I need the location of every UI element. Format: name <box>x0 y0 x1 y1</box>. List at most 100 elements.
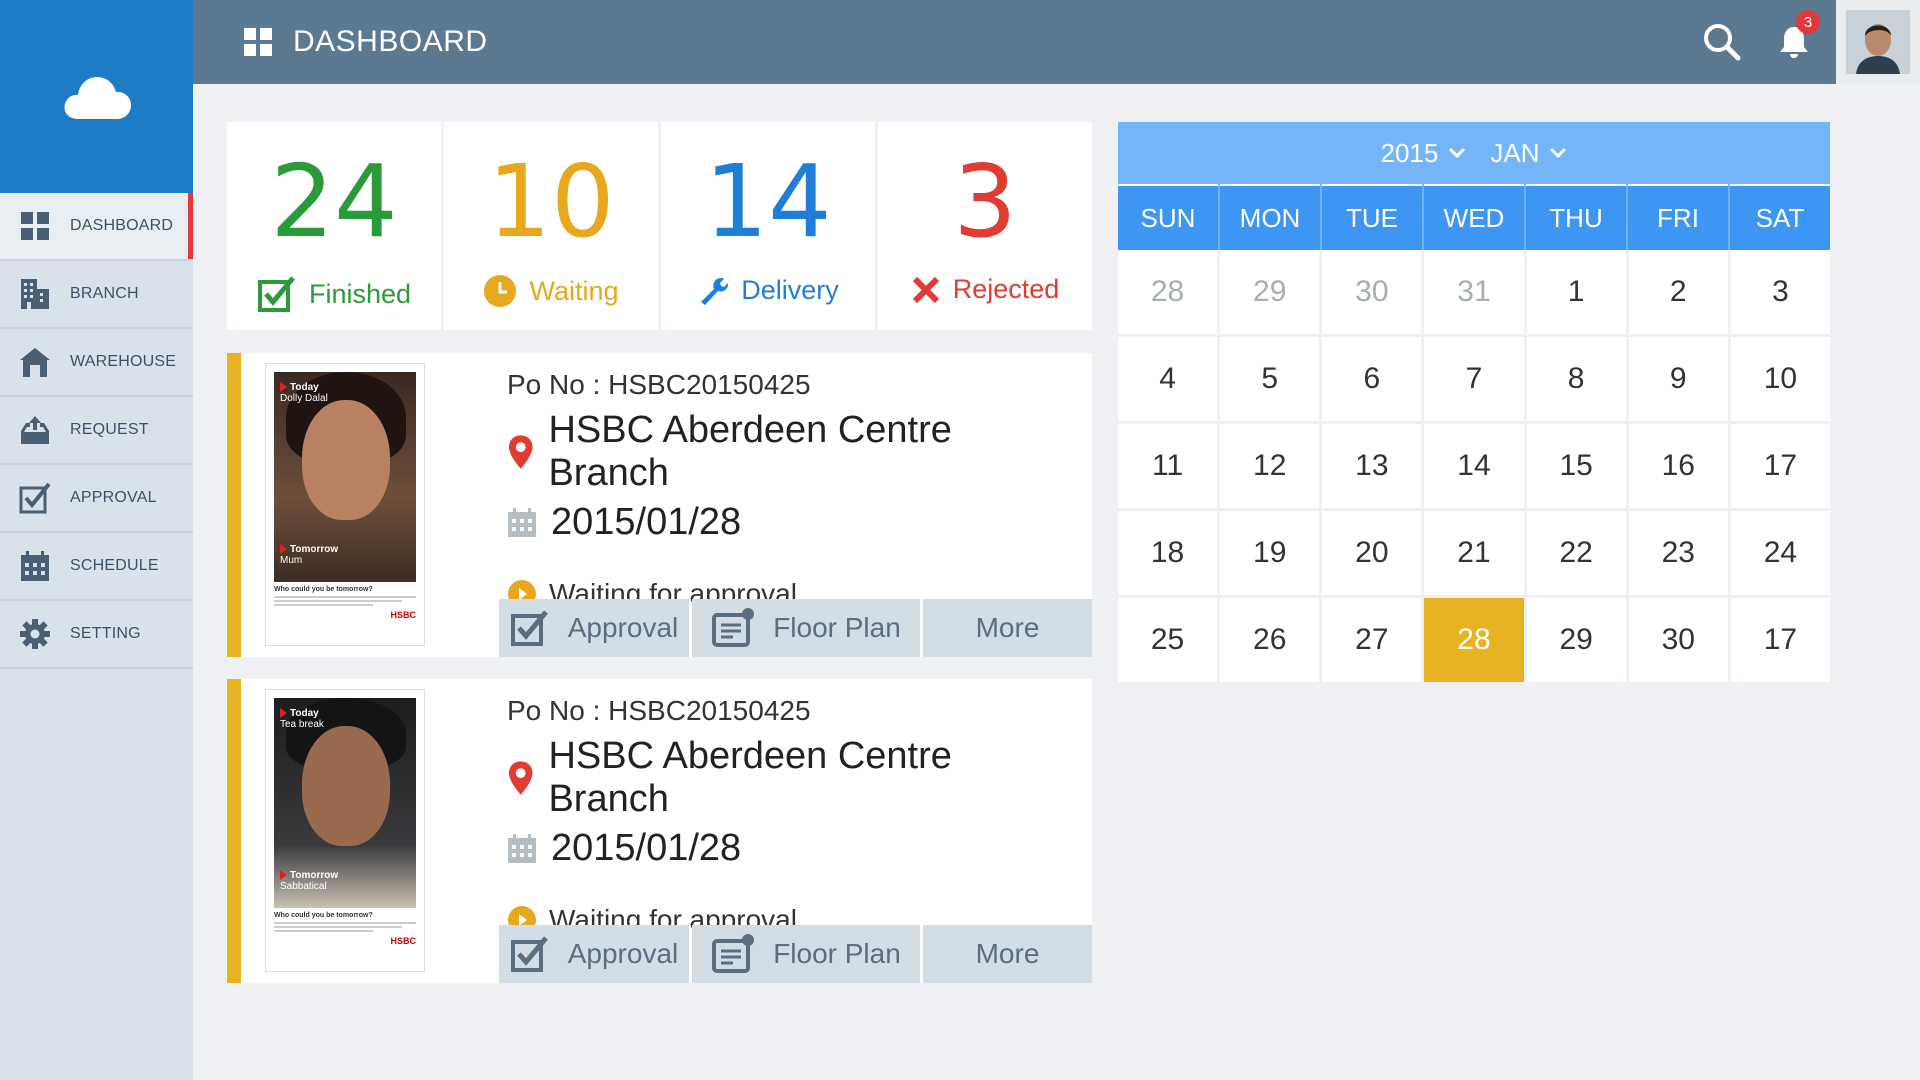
calendar-day[interactable]: 4 <box>1118 337 1218 421</box>
chevron-down-icon <box>1449 147 1466 159</box>
calendar-day[interactable]: 3 <box>1730 250 1830 334</box>
calendar-day[interactable]: 21 <box>1424 511 1524 595</box>
calendar-day[interactable]: 30 <box>1322 250 1422 334</box>
calendar-day[interactable]: 24 <box>1730 511 1830 595</box>
calendar-day[interactable]: 2 <box>1628 250 1728 334</box>
calendar-day[interactable]: 9 <box>1628 337 1728 421</box>
year-select[interactable]: 2015 <box>1381 138 1467 169</box>
floor-plan-label: Floor Plan <box>773 612 901 643</box>
user-photo <box>1846 10 1910 74</box>
order-date: 2015/01/28 <box>551 501 742 543</box>
status-bar <box>227 679 241 983</box>
calendar-day[interactable]: 18 <box>1118 511 1218 595</box>
stat-delivery[interactable]: 14 Delivery <box>661 122 875 330</box>
calendar-day[interactable]: 5 <box>1220 337 1320 421</box>
poster-caption: Who could you be tomorrow? <box>274 586 373 593</box>
cloud-logo[interactable] <box>0 0 193 193</box>
poster-photo: Today Tea break Tomorrow Sabbatical <box>274 698 416 908</box>
sidebar-item-label: WAREHOUSE <box>70 353 177 370</box>
month-select[interactable]: JAN <box>1490 138 1567 169</box>
calendar-day[interactable]: 25 <box>1118 598 1218 682</box>
sidebar: DASHBOARD BRANCH WAREHOUSE REQUEST APPRO… <box>0 0 193 1080</box>
stat-waiting[interactable]: 10 Waiting <box>444 122 658 330</box>
sidebar-item-label: REQUEST <box>70 421 149 438</box>
approval-button[interactable]: Approval <box>499 599 689 657</box>
status-bar <box>227 353 241 657</box>
calendar-day[interactable]: 16 <box>1628 424 1728 508</box>
calendar-day-selected[interactable]: 28 <box>1424 598 1524 682</box>
calendar-day[interactable]: 29 <box>1220 250 1320 334</box>
poster-tomorrow: Tomorrow <box>290 544 339 555</box>
poster-body-text <box>274 922 416 932</box>
calendar-day[interactable]: 7 <box>1424 337 1524 421</box>
calendar-day[interactable]: 14 <box>1424 424 1524 508</box>
stat-finished[interactable]: 24 Finished <box>227 122 441 330</box>
po-number: Po No : HSBC20150425 <box>507 695 811 726</box>
avatar[interactable] <box>1836 0 1920 84</box>
calendar-day[interactable]: 28 <box>1118 250 1218 334</box>
calendar-day[interactable]: 8 <box>1526 337 1626 421</box>
sidebar-item-branch[interactable]: BRANCH <box>0 261 193 329</box>
calendar-day[interactable]: 27 <box>1322 598 1422 682</box>
calendar-day[interactable]: 29 <box>1526 598 1626 682</box>
calendar-day[interactable]: 17 <box>1730 598 1830 682</box>
request-icon <box>18 413 52 447</box>
poster-today: Today <box>290 708 319 719</box>
search-button[interactable] <box>1692 12 1752 72</box>
order-info: Po No : HSBC20150425 HSBC Aberdeen Centr… <box>507 369 1072 610</box>
calendar-day[interactable]: 31 <box>1424 250 1524 334</box>
sidebar-item-schedule[interactable]: SCHEDULE <box>0 533 193 601</box>
calendar-day[interactable]: 22 <box>1526 511 1626 595</box>
calendar-day[interactable]: 12 <box>1220 424 1320 508</box>
poster-tomorrow-sub: Sabbatical <box>280 881 327 892</box>
sidebar-item-dashboard[interactable]: DASHBOARD <box>0 193 193 261</box>
stats-panel: 24 Finished 10 Waiting 14 Delivery 3 Rej… <box>227 122 1092 330</box>
checkbox-icon <box>510 610 548 646</box>
stat-label-row: Rejected <box>911 274 1059 305</box>
floor-plan-button[interactable]: Floor Plan <box>692 925 920 983</box>
warehouse-icon <box>18 345 52 379</box>
more-button[interactable]: More <box>923 599 1092 657</box>
stat-value: 14 <box>704 143 832 260</box>
stat-label-row: Delivery <box>697 274 839 306</box>
calendar-day[interactable]: 17 <box>1730 424 1830 508</box>
poster-tomorrow-sub: Mum <box>280 555 303 566</box>
order-card: Today Dolly Dalal Tomorrow Mum Who could y… <box>227 353 1092 657</box>
poster-tag-today: Today Dolly Dalal <box>280 382 328 404</box>
branch-row: HSBC Aberdeen Centre Branch <box>507 409 1072 495</box>
calendar-day[interactable]: 13 <box>1322 424 1422 508</box>
branch-name: HSBC Aberdeen Centre Branch <box>548 409 952 494</box>
stat-value: 10 <box>487 143 615 260</box>
sidebar-item-setting[interactable]: SETTING <box>0 601 193 669</box>
calendar-day[interactable]: 23 <box>1628 511 1728 595</box>
calendar-day[interactable]: 26 <box>1220 598 1320 682</box>
calendar-day[interactable]: 6 <box>1322 337 1422 421</box>
calendar-day[interactable]: 30 <box>1628 598 1728 682</box>
sidebar-item-approval[interactable]: APPROVAL <box>0 465 193 533</box>
approval-label: Approval <box>567 612 679 643</box>
more-button[interactable]: More <box>923 925 1092 983</box>
sidebar-item-warehouse[interactable]: WAREHOUSE <box>0 329 193 397</box>
poster-thumbnail[interactable]: Today Tea break Tomorrow Sabbatical Who co… <box>265 689 425 972</box>
month-value: JAN <box>1490 137 1540 168</box>
date-row: 2015/01/28 <box>507 827 1072 870</box>
stat-value: 24 <box>270 143 398 260</box>
poster-tag-tomorrow: Tomorrow Mum <box>280 544 338 566</box>
poster-thumbnail[interactable]: Today Dolly Dalal Tomorrow Mum Who could y… <box>265 363 425 646</box>
stat-label: Finished <box>308 278 412 309</box>
calendar-day[interactable]: 1 <box>1526 250 1626 334</box>
floor-plan-button[interactable]: Floor Plan <box>692 599 920 657</box>
approval-button[interactable]: Approval <box>499 925 689 983</box>
stat-label: Waiting <box>529 275 619 306</box>
calendar-day[interactable]: 19 <box>1220 511 1320 595</box>
sidebar-item-label: APPROVAL <box>70 489 157 506</box>
calendar-day[interactable]: 10 <box>1730 337 1830 421</box>
calendar-day[interactable]: 15 <box>1526 424 1626 508</box>
notifications-button[interactable]: 3 <box>1764 10 1824 72</box>
calendar-day[interactable]: 20 <box>1322 511 1422 595</box>
sidebar-item-request[interactable]: REQUEST <box>0 397 193 465</box>
weekday-mon: MON <box>1220 184 1320 250</box>
calendar-day[interactable]: 11 <box>1118 424 1218 508</box>
stat-rejected[interactable]: 3 Rejected <box>878 122 1092 330</box>
calendar-grid: 28 29 30 31 1 2 3 4 5 6 7 8 9 10 11 12 13 14 15 16 17 18 19 20 2… <box>1118 250 1830 682</box>
